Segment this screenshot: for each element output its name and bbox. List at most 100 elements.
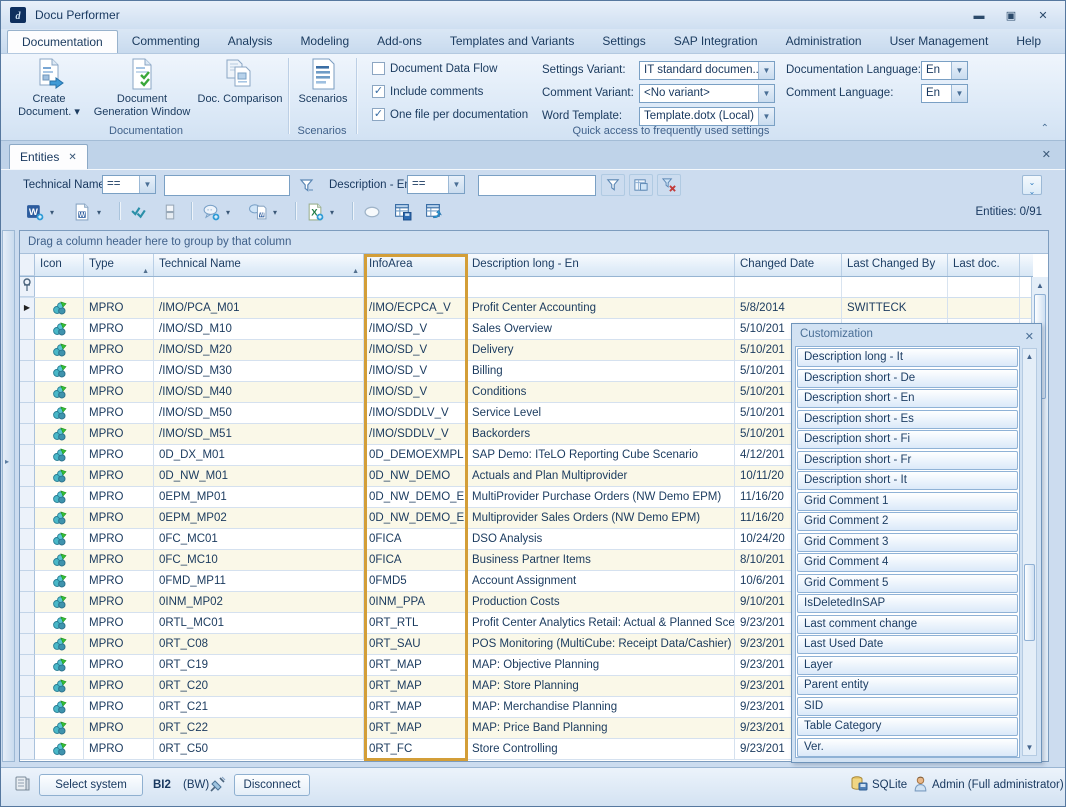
filter-cell[interactable] [84,277,154,297]
table-row[interactable]: ▶MPRO/IMO/PCA_M01/IMO/ECPCA_VProfit Cent… [20,298,1033,319]
ribbon-tab-templates-and-variants[interactable]: Templates and Variants [436,29,589,53]
ribbon-tab-modeling[interactable]: Modeling [286,29,363,53]
filter-cell[interactable] [948,277,1020,297]
customization-item-grid-comment-3[interactable]: Grid Comment 3 [797,533,1018,552]
doc-generation-button[interactable]: DocumentGeneration Window [91,58,193,119]
export-word-new-icon[interactable]: W [25,202,45,222]
expand-filter-panel-icon[interactable]: ⌄⌄ [1022,175,1042,195]
tab-close-icon[interactable]: ✕ [68,146,76,169]
filter-funnel-icon[interactable] [294,174,318,196]
doc-comparison-button[interactable]: Doc. Comparison [193,58,287,106]
chevron-down-icon[interactable]: ▼ [951,85,967,102]
filter-input-technical-name[interactable] [164,175,290,196]
tab-entities[interactable]: Entities ✕ [9,144,88,169]
ribbon-tab-analysis[interactable]: Analysis [214,29,287,53]
customization-item-grid-comment-5[interactable]: Grid Comment 5 [797,574,1018,593]
filter-cell[interactable] [842,277,948,297]
combo-documentation-language-[interactable]: En▼ [921,61,968,80]
scenarios-button[interactable]: Scenarios [291,58,355,106]
chevron-down-icon[interactable]: ▼ [448,176,464,193]
column-header-last-changed-by[interactable]: Last Changed By [842,254,948,276]
customization-item-layer[interactable]: Layer [797,656,1018,675]
word-document-icon[interactable]: W [72,202,92,222]
column-header-infoarea[interactable]: InfoArea [364,254,467,276]
customization-item-description-short-de[interactable]: Description short - De [797,369,1018,388]
ribbon-tab-settings[interactable]: Settings [588,29,659,53]
filter-cell[interactable] [735,277,842,297]
compare-cells-icon[interactable] [160,202,180,222]
scrollbar-thumb[interactable] [1024,564,1035,641]
customization-item-grid-comment-1[interactable]: Grid Comment 1 [797,492,1018,511]
customization-item-description-short-it[interactable]: Description short - It [797,471,1018,490]
dropdown-caret-icon[interactable]: ▾ [330,208,334,217]
customization-item-description-short-fi[interactable]: Description short - Fi [797,430,1018,449]
chevron-down-icon[interactable]: ▼ [758,62,774,79]
filter-cell[interactable] [35,277,84,297]
combo-comment-variant-[interactable]: <No variant>▼ [639,84,775,103]
checkbox-icon[interactable] [372,62,385,75]
customization-item-description-short-en[interactable]: Description short - En [797,389,1018,408]
group-by-panel[interactable]: Drag a column header here to group by th… [20,231,1048,254]
ribbon-tab-add-ons[interactable]: Add-ons [363,29,436,53]
ribbon-tab-commenting[interactable]: Commenting [118,29,214,53]
column-header-type[interactable]: Type▲ [84,254,154,276]
customization-close-icon[interactable]: ✕ [1025,327,1034,347]
chevron-down-icon[interactable]: ▼ [139,176,155,193]
auto-filter-pin-icon[interactable] [20,277,35,297]
scroll-down-icon[interactable]: ▼ [1024,743,1035,752]
customization-title-bar[interactable]: Customization ✕ [792,324,1041,345]
strip-close-icon[interactable]: ✕ [1042,148,1051,161]
dropdown-caret-icon[interactable]: ▾ [97,208,101,217]
customization-item-description-short-fr[interactable]: Description short - Fr [797,451,1018,470]
checkbox-include-comments[interactable]: ✓Include comments [372,85,483,98]
scroll-up-icon[interactable]: ▲ [1024,352,1035,361]
customization-item-sid[interactable]: SID [797,697,1018,716]
column-header-description-long-en[interactable]: Description long - En [467,254,735,276]
ribbon-tab-documentation[interactable]: Documentation [7,30,118,53]
export-excel-icon[interactable]: X [305,202,325,222]
customization-item-grid-comment-4[interactable]: Grid Comment 4 [797,553,1018,572]
maximize-button[interactable]: ▣ [1001,9,1021,25]
chevron-down-icon[interactable]: ▼ [758,108,774,125]
column-header-changed-date[interactable]: Changed Date [735,254,842,276]
dropdown-caret-icon[interactable]: ▾ [50,208,54,217]
filter-input-description[interactable] [478,175,596,196]
customization-item-last-comment-change[interactable]: Last comment change [797,615,1018,634]
filter-cell[interactable] [154,277,364,297]
clear-filter-icon[interactable] [657,174,681,196]
chevron-down-icon[interactable]: ▼ [951,62,967,79]
filter-operator-technical-name[interactable]: ==▼ [102,175,156,194]
select-system-button[interactable]: Select system [39,774,143,796]
filter-editor-icon[interactable] [629,174,653,196]
customization-item-ver-[interactable]: Ver. [797,738,1018,757]
combo-settings-variant-[interactable]: IT standard documen...▼ [639,61,775,80]
ribbon-tab-user-management[interactable]: User Management [876,29,1003,53]
customization-item-table-category[interactable]: Table Category [797,717,1018,736]
chevron-down-icon[interactable]: ▼ [758,85,774,102]
left-splitter[interactable]: ▸ [2,230,15,762]
combo-word-template-[interactable]: Template.dotx (Local)▼ [639,107,775,126]
ribbon-tab-administration[interactable]: Administration [772,29,876,53]
checkbox-document-data-flow[interactable]: Document Data Flow [372,62,497,75]
add-comment-icon[interactable] [201,202,221,222]
customization-item-isdeletedinsap[interactable]: IsDeletedInSAP [797,594,1018,613]
ribbon-tab-sap-integration[interactable]: SAP Integration [660,29,772,53]
customization-item-description-short-es[interactable]: Description short - Es [797,410,1018,429]
filter-operator-description[interactable]: ==▼ [407,175,465,194]
oval-shape-icon[interactable] [362,202,382,222]
grid-load-layout-icon[interactable] [424,202,444,222]
column-header-last-doc-[interactable]: Last doc. [948,254,1020,276]
customization-item-grid-comment-2[interactable]: Grid Comment 2 [797,512,1018,531]
checkbox-icon[interactable]: ✓ [372,108,385,121]
system-list-icon[interactable] [14,775,31,797]
column-header-technical-name[interactable]: Technical Name▲ [154,254,364,276]
close-button[interactable]: ✕ [1033,9,1053,25]
ribbon-tab-help[interactable]: Help [1002,29,1055,53]
mass-check-icon[interactable] [129,202,149,222]
ribbon-collapse-chevron-icon[interactable]: ⌃ [1041,123,1049,134]
dropdown-caret-icon[interactable]: ▾ [273,208,277,217]
dropdown-caret-icon[interactable]: ▾ [226,208,230,217]
customization-scrollbar[interactable]: ▲ ▼ [1022,348,1037,756]
combo-comment-language-[interactable]: En▼ [921,84,968,103]
apply-filter-icon[interactable] [601,174,625,196]
